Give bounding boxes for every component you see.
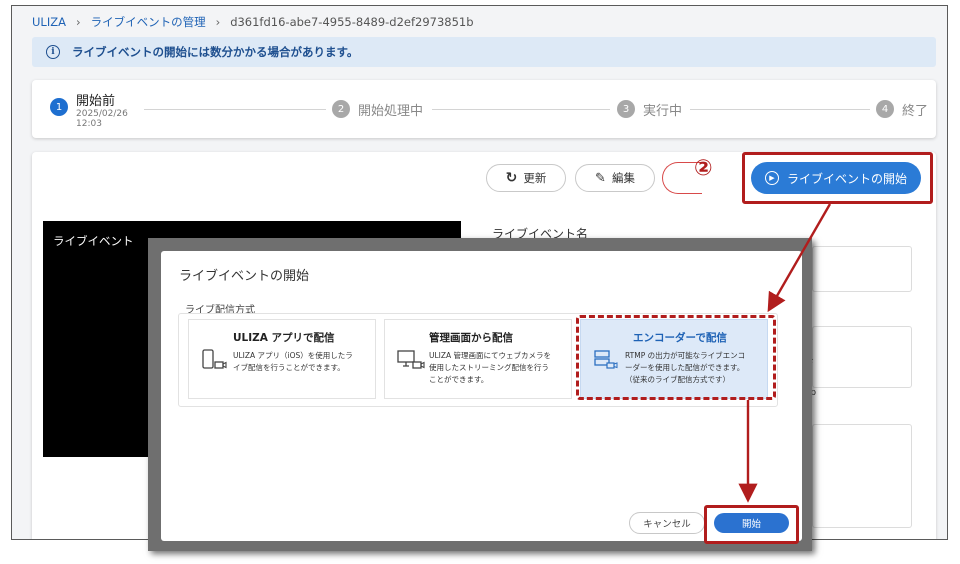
annotation-arrows bbox=[738, 203, 832, 503]
arrow-to-encoder-option bbox=[767, 203, 832, 313]
screenshot-stage: ULIZA › ライブイベントの管理 › d361fd16-abe7-4955-… bbox=[0, 0, 960, 564]
